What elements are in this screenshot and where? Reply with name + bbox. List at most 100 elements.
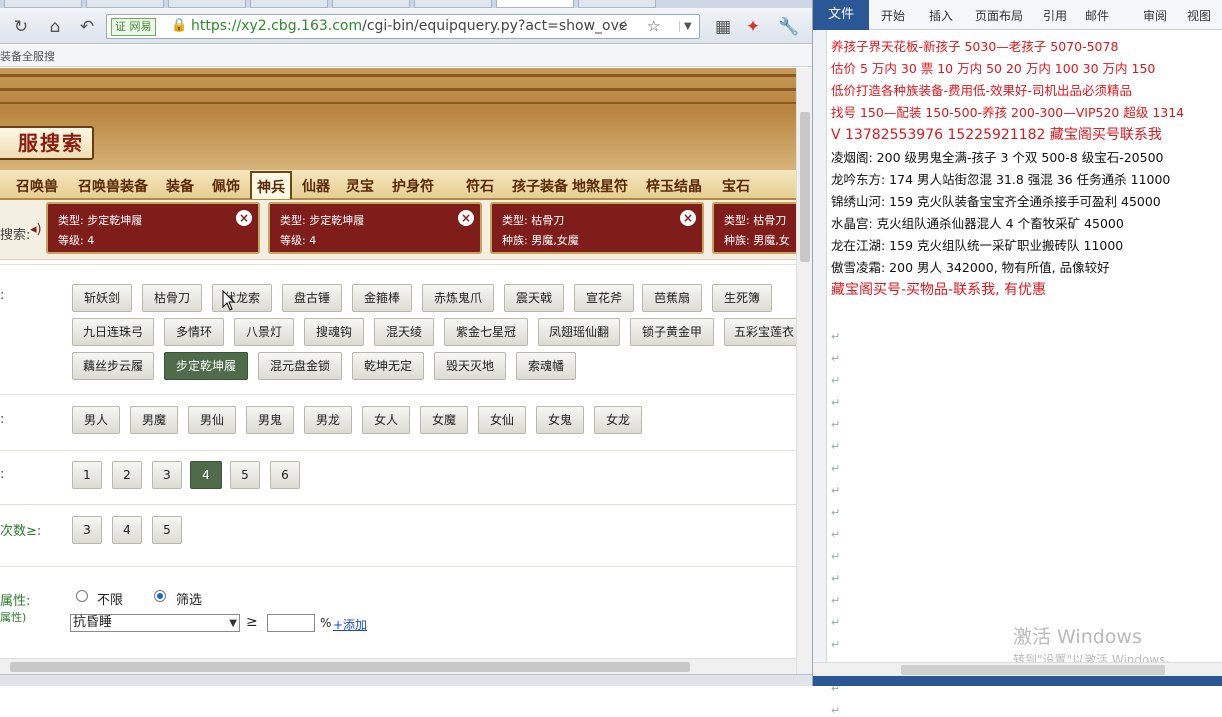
vertical-scrollbar[interactable] [796, 68, 812, 674]
close-icon[interactable]: × [236, 210, 252, 226]
race-button[interactable]: 女人 [362, 406, 410, 434]
type-button[interactable]: 混天绫 [374, 318, 434, 346]
category-tab[interactable]: 召唤兽 [16, 176, 58, 196]
browser-tab-active[interactable] [496, 0, 574, 8]
document-line[interactable]: 估价 5 万内 30 票 10 万内 50 20 万内 100 30 万内 15… [831, 58, 1155, 77]
type-button[interactable]: 宣花斧 [574, 284, 634, 312]
search-condition-chip[interactable]: 类型: 枯骨刀种族: 男魔,女× [712, 202, 796, 254]
category-tab[interactable]: 仙器 [302, 176, 330, 196]
ribbon-tab[interactable]: 插入 [929, 7, 953, 24]
close-icon[interactable]: × [458, 210, 474, 226]
wrench-icon[interactable]: 🔧 [778, 16, 800, 38]
reload-icon[interactable]: ↻ [10, 16, 32, 38]
race-button[interactable]: 女龙 [594, 406, 642, 434]
radio-filter[interactable] [154, 590, 166, 602]
close-icon[interactable]: × [680, 210, 696, 226]
bookmark-item[interactable]: 装备全服搜 [0, 48, 55, 64]
type-button[interactable]: 盘古锤 [282, 284, 342, 312]
type-button[interactable]: 震天戟 [504, 284, 564, 312]
level-button[interactable]: 5 [230, 461, 260, 489]
add-attribute-link[interactable]: +添加 [333, 616, 367, 633]
star-icon[interactable]: ☆ [647, 17, 660, 35]
times-button[interactable]: 3 [72, 516, 102, 544]
type-button[interactable]: 多情环 [164, 318, 224, 346]
type-button[interactable]: 混元盘金锁 [258, 352, 342, 380]
category-tab[interactable]: 灵宝 [346, 176, 374, 196]
category-tab[interactable]: 地煞星符 [572, 176, 628, 196]
browser-tab[interactable] [86, 0, 164, 8]
document-line[interactable]: V 13782553976 15225921182 藏宝阁买号联系我 [831, 124, 1162, 144]
dropdown-icon[interactable]: ▼ [679, 21, 692, 32]
type-button[interactable]: 锁子黄金甲 [630, 318, 714, 346]
browser-tab[interactable] [332, 0, 410, 8]
search-condition-chip[interactable]: 类型: 枯骨刀 种族: 男魔,女魔 × [490, 202, 704, 254]
type-button[interactable]: 紫金七星冠 [444, 318, 528, 346]
type-button[interactable]: 八景灯 [234, 318, 294, 346]
ribbon-tab[interactable]: 引用 [1043, 7, 1067, 24]
document-line[interactable]: 藏宝阁买号-买物品-联系我, 有优惠 [831, 279, 1046, 299]
document-line[interactable]: 水晶宫: 克火组队通杀仙器混人 4 个畜牧采矿 45000 [831, 213, 1124, 232]
type-button[interactable]: 步定乾坤履 [164, 352, 248, 380]
document-line[interactable]: 找号 150—配装 150-500-养孩 200-300—VIP520 超级 1… [831, 102, 1184, 121]
race-button[interactable]: 男龙 [304, 406, 352, 434]
category-tab[interactable]: 召唤兽装备 [78, 176, 148, 196]
type-button[interactable]: 斩妖剑 [72, 284, 132, 312]
game-icon[interactable]: ✦ [742, 16, 764, 38]
race-button[interactable]: 女鬼 [536, 406, 584, 434]
browser-tab[interactable] [578, 0, 656, 8]
document-line[interactable]: 锦绣山河: 159 克火队装备宝宝齐全通杀接手可盈利 45000 [831, 191, 1161, 210]
radio-any[interactable] [76, 590, 88, 602]
type-button[interactable]: 藕丝步云履 [72, 352, 154, 380]
times-button[interactable]: 4 [112, 516, 142, 544]
browser-tab[interactable] [168, 0, 246, 8]
category-tab[interactable]: 护身符 [392, 176, 434, 196]
race-button[interactable]: 男人 [72, 406, 120, 434]
browser-tab[interactable] [250, 0, 328, 8]
document-line[interactable]: 龙在江湖: 159 克火组队统一采矿职业搬砖队 11000 [831, 235, 1123, 254]
category-tab[interactable]: 神兵 [250, 171, 292, 199]
search-condition-chip[interactable]: 类型: 步定乾坤履 等级: 4 × [268, 202, 482, 254]
type-button[interactable]: 伏龙索 [212, 284, 272, 312]
file-tab[interactable]: 文件 [813, 0, 869, 30]
lightning-icon[interactable]: ⚡ [617, 17, 628, 35]
race-button[interactable]: 女魔 [420, 406, 468, 434]
ribbon-tab[interactable]: 邮件 [1085, 7, 1109, 24]
category-tab[interactable]: 梓玉结晶 [646, 176, 702, 196]
ribbon-tab[interactable]: 视图 [1187, 7, 1211, 24]
times-button[interactable]: 5 [152, 516, 182, 544]
race-button[interactable]: 男魔 [130, 406, 178, 434]
document-hscrollbar[interactable] [813, 662, 1222, 676]
type-button[interactable]: 凤翅瑶仙翻 [538, 318, 620, 346]
type-button[interactable]: 乾坤无定 [352, 352, 424, 380]
document-line[interactable]: 低价打造各种族装备-费用低-效果好-司机出品必须精品 [831, 80, 1132, 99]
level-button[interactable]: 1 [72, 461, 102, 489]
type-button[interactable]: 九日连珠弓 [72, 318, 154, 346]
browser-tab[interactable] [414, 0, 492, 8]
type-button[interactable]: 赤炼鬼爪 [422, 284, 494, 312]
ribbon-tab[interactable]: 审阅 [1143, 7, 1167, 24]
category-tab[interactable]: 佩饰 [212, 176, 240, 196]
level-button[interactable]: 4 [190, 461, 222, 489]
category-tab[interactable]: 宝石 [722, 176, 750, 196]
type-button[interactable]: 芭蕉扇 [642, 284, 702, 312]
level-button[interactable]: 6 [270, 461, 300, 489]
ribbon-tab[interactable]: 页面布局 [975, 7, 1023, 24]
search-condition-chip[interactable]: 类型: 步定乾坤履 等级: 4 × [46, 202, 260, 254]
home-icon[interactable]: ⌂ [44, 16, 66, 38]
browser-tab[interactable] [4, 0, 82, 8]
race-button[interactable]: 女仙 [478, 406, 526, 434]
category-tab[interactable]: 装备 [166, 176, 194, 196]
level-button[interactable]: 2 [112, 461, 142, 489]
document-line[interactable]: 养孩子界天花板-新孩子 5030—老孩子 5070-5078 [831, 36, 1118, 55]
type-button[interactable]: 搜魂钩 [304, 318, 364, 346]
race-button[interactable]: 男仙 [188, 406, 236, 434]
grid-icon[interactable]: ▦ [712, 16, 734, 38]
type-button[interactable]: 毁天灭地 [434, 352, 506, 380]
type-button[interactable]: 枯骨刀 [142, 284, 202, 312]
document-line[interactable]: 凌烟阁: 200 级男鬼全满-孩子 3 个双 500-8 级宝石-20500 [831, 147, 1163, 166]
undo-icon[interactable]: ↶ [76, 16, 98, 38]
type-button[interactable]: 金箍棒 [352, 284, 412, 312]
type-button[interactable]: 索魂幡 [516, 352, 576, 380]
document-line[interactable]: 傲雪凌霜: 200 男人 342000, 物有所值, 品像较好 [831, 257, 1110, 276]
category-tab[interactable]: 符石 [466, 176, 494, 196]
